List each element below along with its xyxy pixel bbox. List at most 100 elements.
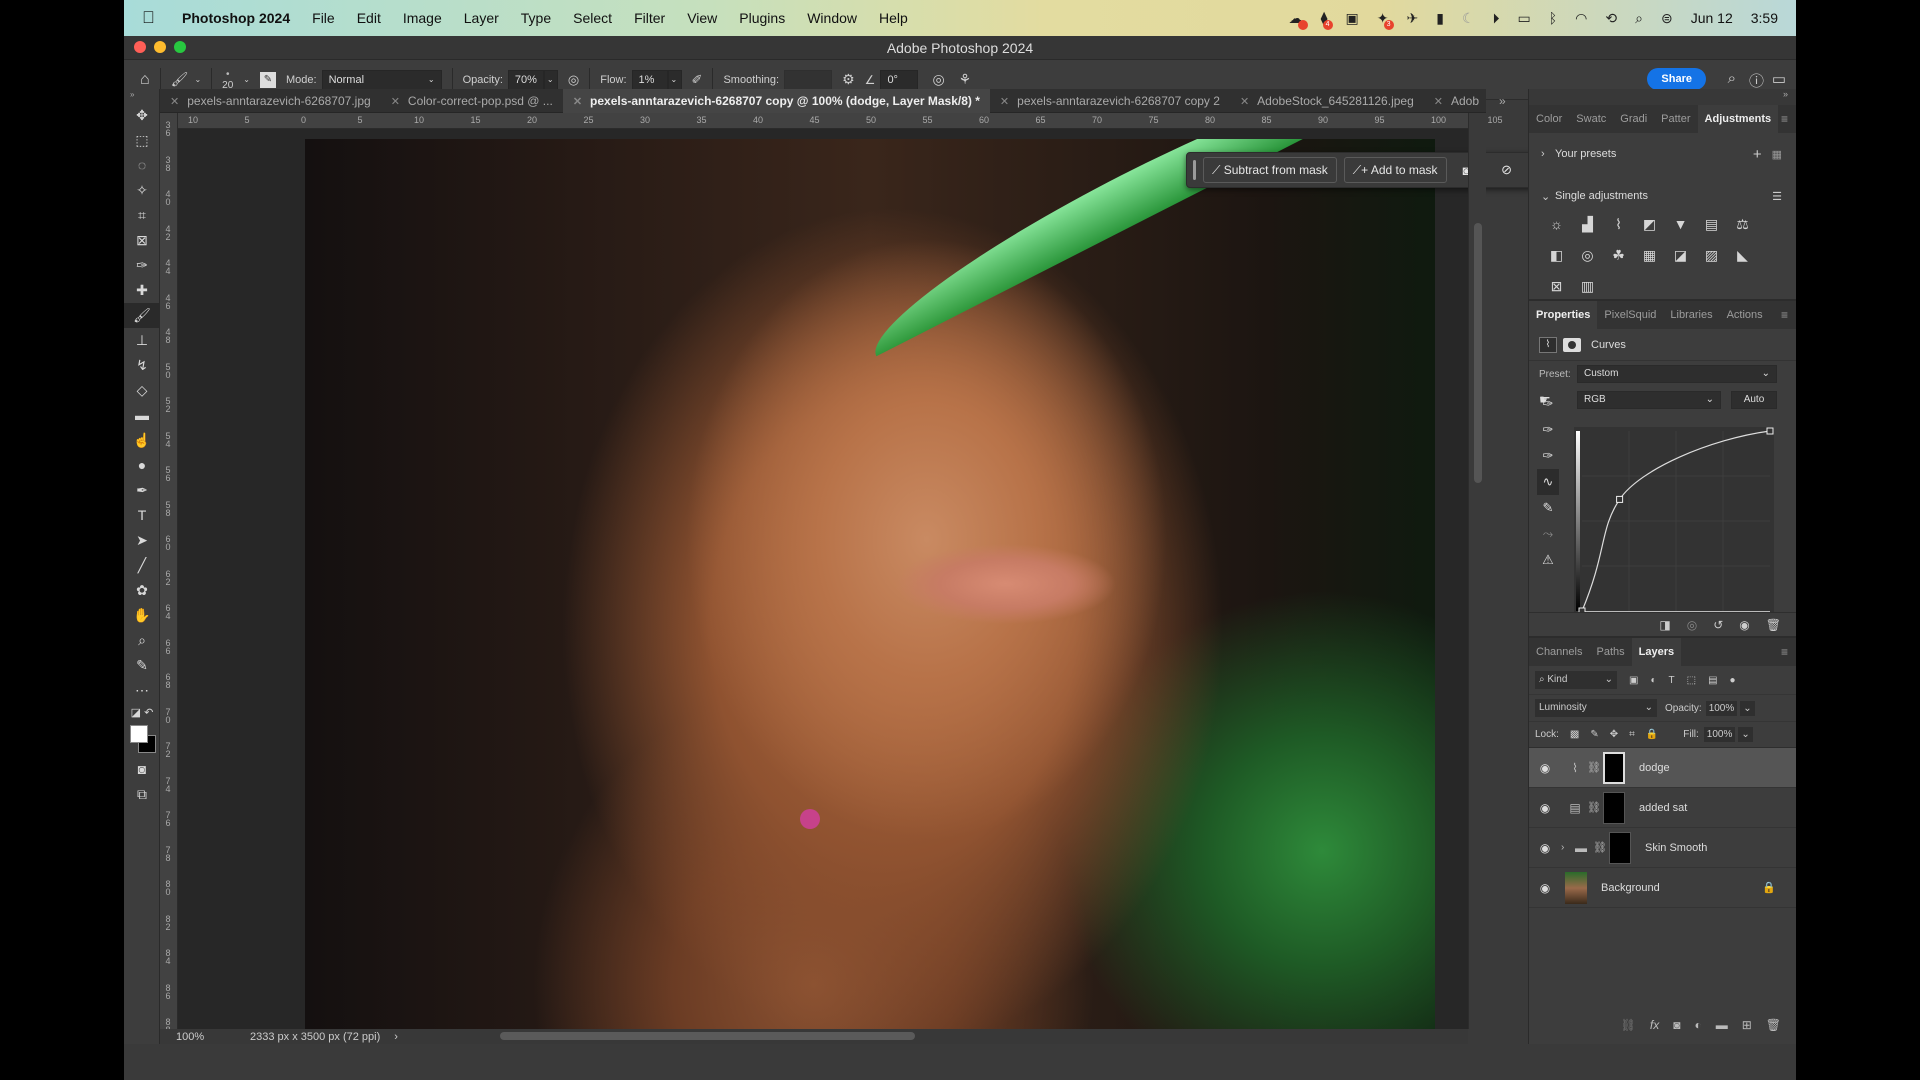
black-white-icon[interactable]: ◧ [1541, 240, 1572, 271]
clip-to-layer-icon[interactable]: ◨ [1659, 618, 1670, 632]
curve-control-point[interactable] [1616, 495, 1624, 503]
close-tab-icon[interactable]: ✕ [573, 95, 582, 108]
document-canvas[interactable] [178, 129, 1468, 1029]
tab-patterns[interactable]: Patter [1654, 105, 1697, 133]
more-tools-icon[interactable]: ⋯ [124, 678, 160, 703]
menu-help[interactable]: Help [879, 10, 908, 26]
share-button[interactable]: Share [1647, 68, 1706, 90]
close-tab-icon[interactable]: ✕ [391, 95, 400, 108]
delete-adjustment-icon[interactable]: 🗑 [1766, 618, 1781, 632]
layer-mask-thumbnail[interactable] [1609, 831, 1631, 864]
app-menu[interactable]: Photoshop 2024 [182, 10, 290, 26]
add-mask-icon[interactable]: ◙ [1673, 1018, 1680, 1032]
drag-handle[interactable] [1193, 160, 1196, 180]
pen-tool-icon[interactable]: ✒ [124, 478, 160, 503]
clipping-warning-icon[interactable]: ⚠ [1537, 547, 1559, 573]
curves-icon[interactable]: ⌇ [1603, 209, 1634, 240]
zoom-tool-icon[interactable]: ⌕ [124, 628, 160, 653]
visibility-eye-icon[interactable]: ◉ [1529, 881, 1561, 895]
menubar-time[interactable]: 3:59 [1751, 10, 1778, 26]
panel-menu-icon[interactable]: ≡ [1781, 105, 1788, 133]
sidebar-app-icon[interactable]: ✈ [1407, 10, 1419, 27]
menubar-date[interactable]: Jun 12 [1691, 10, 1733, 26]
frame-tool-icon[interactable]: ⊠ [124, 228, 160, 253]
pressure-opacity-icon[interactable]: ◎ [568, 72, 579, 88]
opacity-dropdown[interactable]: ⌄ [543, 69, 558, 90]
lock-image-icon[interactable]: ✎ [1590, 729, 1598, 740]
layer-mask-thumbnail[interactable] [1603, 791, 1625, 824]
blend-mode-select[interactable]: Luminosity ⌄ [1535, 699, 1657, 717]
white-point-eyedropper-icon[interactable]: ✑ [1537, 443, 1559, 469]
collapse-panels-icon[interactable]: » [1529, 89, 1796, 105]
gradient-map-icon[interactable]: ▥ [1572, 271, 1603, 302]
vertical-scrollbar[interactable] [1474, 223, 1482, 483]
zoom-window-button[interactable] [174, 41, 186, 53]
moon-icon[interactable]: ☾ [1462, 10, 1475, 27]
visibility-eye-icon[interactable]: ◉ [1529, 801, 1561, 815]
color-swatches[interactable] [124, 723, 159, 757]
apple-menu-icon[interactable]:  [142, 8, 164, 28]
layer-row-dodge[interactable]: ◉ ⌇ ⛓ dodge [1529, 748, 1796, 788]
layer-opacity-input[interactable]: 100% [1705, 700, 1738, 716]
home-icon[interactable]: ⌂ [140, 71, 150, 89]
filter-type-icon[interactable]: T [1669, 675, 1675, 686]
crop-tool-icon[interactable]: ⌗ [124, 203, 160, 228]
filter-shape-icon[interactable]: ⬚ [1687, 675, 1696, 686]
portrait-photo[interactable] [305, 139, 1435, 1029]
creative-cloud-icon[interactable]: ☁ [1289, 10, 1308, 30]
tab-swatches[interactable]: Swatc [1569, 105, 1613, 133]
dropbox-icon[interactable]: ⧫ 4 [1321, 10, 1333, 30]
play-icon[interactable]: ⏵ [1493, 10, 1500, 27]
wifi-icon[interactable]: ◠ [1575, 10, 1587, 27]
menu-layer[interactable]: Layer [464, 10, 499, 26]
hue-saturation-icon[interactable]: ▤ [1696, 209, 1727, 240]
link-chain-icon[interactable]: ⛓ [1585, 761, 1603, 774]
fill-input[interactable]: 100% [1703, 727, 1736, 742]
tab-document-3-active[interactable]: ✕ pexels-anntarazevich-6268707 copy @ 100… [562, 89, 990, 113]
tab-channels[interactable]: Channels [1529, 638, 1589, 666]
eraser-tool-icon[interactable]: ◇ [124, 378, 160, 403]
move-tool-icon[interactable]: ✥ [124, 103, 160, 128]
menu-plugins[interactable]: Plugins [739, 10, 785, 26]
draw-curve-pencil-icon[interactable]: ✎ [1537, 495, 1559, 521]
tab-libraries[interactable]: Libraries [1663, 301, 1719, 329]
channel-select[interactable]: RGB ⌄ [1577, 391, 1721, 409]
photo-filter-icon[interactable]: ◎ [1572, 240, 1603, 271]
angle-input[interactable]: 0° [880, 69, 919, 90]
app-badge-icon[interactable]: ✦ 3 [1377, 10, 1394, 30]
opacity-input[interactable]: 70% [507, 69, 544, 90]
minimize-window-button[interactable] [154, 41, 166, 53]
black-point-eyedropper-icon[interactable]: ✑ [1537, 391, 1559, 417]
color-balance-icon[interactable]: ⚖ [1727, 209, 1758, 240]
layer-thumbnail[interactable] [1565, 871, 1587, 904]
airbrush-icon[interactable]: ✐ [692, 72, 703, 88]
screen-mode-icon[interactable]: ⧉ [124, 782, 160, 807]
expand-group-chevron-icon[interactable]: › [1561, 842, 1571, 853]
layer-mask-icon[interactable] [1563, 337, 1581, 352]
close-tab-icon[interactable]: ✕ [1434, 95, 1443, 108]
healing-brush-tool-icon[interactable]: ✚ [124, 278, 160, 303]
menu-file[interactable]: File [312, 10, 335, 26]
symmetry-butterfly-icon[interactable]: ⚘ [959, 71, 972, 88]
tab-actions[interactable]: Actions [1720, 301, 1770, 329]
close-window-button[interactable] [134, 41, 146, 53]
menu-image[interactable]: Image [403, 10, 442, 26]
smoothing-settings-gear-icon[interactable]: ⚙ [842, 71, 855, 88]
single-adjustments-row[interactable]: ⌄ Single adjustments ☰ [1529, 183, 1796, 209]
layer-row-skin-smooth[interactable]: ◉ › ▬ ⛓ Skin Smooth [1529, 828, 1796, 868]
channel-mixer-icon[interactable]: ☘ [1603, 240, 1634, 271]
panel-menu-icon[interactable]: ≡ [1781, 638, 1788, 666]
levels-icon[interactable]: ▟ [1572, 209, 1603, 240]
tab-pixelsquid[interactable]: PixelSquid [1597, 301, 1663, 329]
horizontal-scrollbar[interactable] [500, 1032, 915, 1040]
new-adjustment-layer-icon[interactable]: ◐ [1694, 1018, 1701, 1032]
layer-opacity-dropdown[interactable]: ⌄ [1740, 700, 1755, 716]
edit-toolbar-icon[interactable]: ✎ [124, 653, 160, 678]
mode-select[interactable]: Normal ⌄ [321, 69, 442, 90]
invert-icon[interactable]: ◪ [1665, 240, 1696, 271]
brush-preset-picker[interactable]: 🖌 ⌄ [171, 71, 201, 88]
preset-select[interactable]: Custom ⌄ [1577, 365, 1777, 383]
selective-color-icon[interactable]: ⊠ [1541, 271, 1572, 302]
new-layer-icon[interactable]: ⊞ [1742, 1018, 1752, 1032]
menu-edit[interactable]: Edit [357, 10, 381, 26]
